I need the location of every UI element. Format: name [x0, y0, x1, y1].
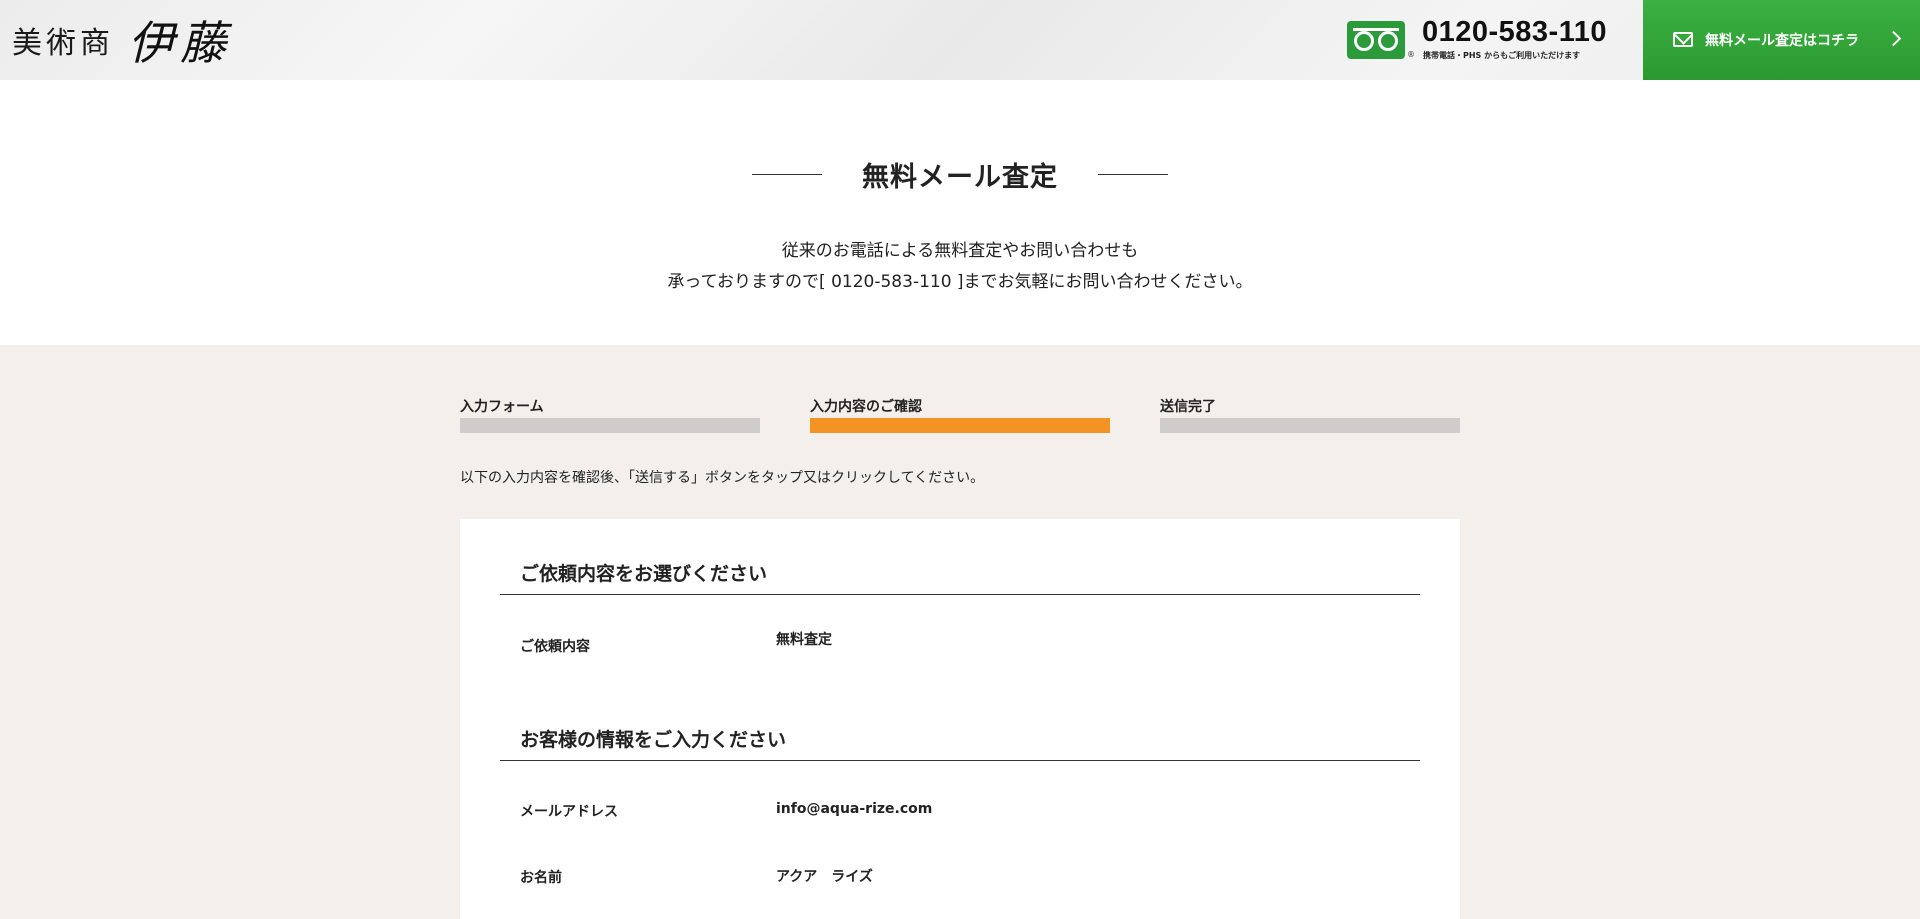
row-label-request: ご依頼内容 [520, 639, 590, 655]
page-title: 無料メール査定 [862, 162, 1058, 193]
step-label: 入力フォーム [460, 399, 544, 415]
logo-big-text: 伊藤 [128, 16, 232, 70]
registered-mark: ® [1407, 50, 1415, 59]
chevron-right-icon [1885, 30, 1902, 47]
section-divider [500, 594, 1420, 595]
row-value-email: info@aqua-rize.com [776, 801, 933, 817]
section-title-customer: お客様の情報をご入力ください [520, 729, 787, 751]
step-input-form: 入力フォーム [460, 396, 760, 433]
envelope-icon [1673, 32, 1693, 47]
step-label: 送信完了 [1160, 399, 1216, 415]
confirmation-card: ご依頼内容をお選びください ご依頼内容 無料査定 お客様の情報をご入力ください … [460, 519, 1460, 919]
section-divider [500, 760, 1420, 761]
step-progress-bar [1160, 418, 1460, 433]
logo-small-text: 美術商 [12, 26, 114, 61]
site-logo[interactable]: 美術商 伊藤 [12, 10, 232, 70]
mail-appraisal-label: 無料メール査定はコチラ [1705, 33, 1859, 49]
phone-number[interactable]: 0120-583-110 [1422, 16, 1607, 49]
step-complete: 送信完了 [1160, 396, 1460, 433]
site-header: 美術商 伊藤 ® 0120-583-110 携帯電話・PHS からもご利用いただ… [0, 0, 1920, 80]
step-progress-bar [460, 418, 760, 433]
step-label: 入力内容のご確認 [810, 399, 922, 415]
row-label-email: メールアドレス [520, 804, 618, 820]
row-value-request: 無料査定 [776, 632, 832, 648]
intro-text: 従来のお電話による無料査定やお問い合わせも 承っておりますので[ 0120-58… [0, 236, 1920, 298]
confirm-instructions: 以下の入力内容を確認後、「送信する」ボタンをタップ又はクリックしてください。 [460, 470, 985, 486]
row-value-name: アクア ライズ [776, 869, 873, 885]
mail-appraisal-button[interactable]: 無料メール査定はコチラ [1643, 0, 1920, 80]
section-title-request: ご依頼内容をお選びください [520, 563, 768, 585]
phone-note: 携帯電話・PHS からもご利用いただけます [1423, 51, 1581, 60]
title-rule-right [1098, 174, 1168, 175]
step-progress-bar-active [810, 418, 1110, 433]
freedial-icon [1347, 21, 1405, 59]
row-label-name: お名前 [520, 870, 562, 886]
intro-line-2: 承っておりますので[ 0120-583-110 ]までお気軽にお問い合わせくださ… [667, 272, 1253, 292]
intro-line-1: 従来のお電話による無料査定やお問い合わせも [781, 241, 1139, 261]
step-confirm: 入力内容のご確認 [810, 396, 1110, 433]
